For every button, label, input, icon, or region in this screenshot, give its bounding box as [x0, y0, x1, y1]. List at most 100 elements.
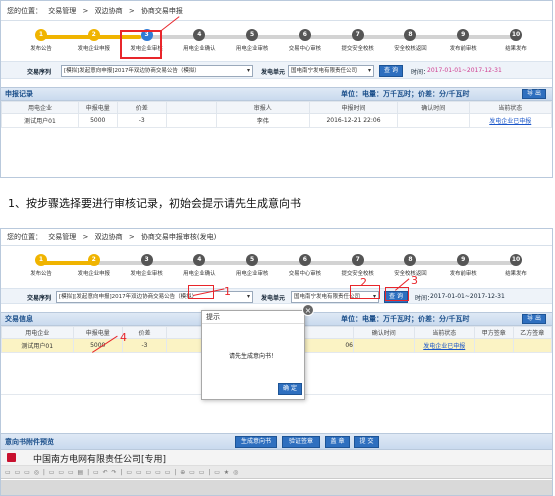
step-label: 用电企业审核: [235, 46, 269, 52]
col-header: 当前状态: [468, 101, 552, 114]
step-number-badge: 10: [510, 29, 522, 41]
cell-confirm: [353, 338, 415, 353]
cell-blank: [166, 113, 217, 128]
cell-confirm: [397, 113, 470, 128]
step-number-badge: 7: [351, 29, 364, 41]
step-9[interactable]: 9 发布前审核: [440, 29, 486, 52]
step-label: 用电企业审核: [235, 271, 269, 277]
chevron-down-icon: ▾: [246, 67, 250, 74]
filter-bar: 交易序列 [模拟][发起意向申报]2017年双边协商交易公告（模拟） ▾ 发电单元…: [1, 288, 552, 304]
col-header: 用电企业: [1, 101, 79, 114]
crumb-sep: >: [128, 7, 135, 15]
col-header: [166, 101, 217, 114]
col-header: 价差: [122, 326, 167, 339]
annotation-number: 1: [224, 285, 231, 298]
document-title: 中国南方电网有限责任公司[专用]: [33, 455, 167, 465]
step-7[interactable]: 7 提交安全校核: [335, 254, 381, 277]
highlight-box: [120, 30, 162, 59]
generate-intent-button[interactable]: 生成意向书: [235, 436, 277, 448]
stamp-button[interactable]: 盖 章: [325, 436, 350, 448]
crumb[interactable]: 交易管理: [48, 7, 76, 15]
document-toolbar[interactable]: ▭ ▭ ▭ ◎ | ▭ ▭ ▭ ▤ | ▭ ↶ ↷ | ▭ ▭ ▭ ▭ ▭ | …: [1, 466, 552, 479]
step-number-badge: 9: [457, 29, 470, 41]
step-3[interactable]: 3 发电企业审核: [124, 254, 170, 277]
verify-signature-button[interactable]: 验证签章: [282, 436, 320, 448]
step-6[interactable]: 6 交易中心审核: [282, 29, 328, 52]
close-icon[interactable]: ×: [302, 304, 314, 316]
crumb[interactable]: 双边协商: [95, 7, 123, 15]
unit-select[interactable]: 国电南宁发电有限责任公司 ▾: [288, 65, 374, 77]
breadcrumb: 您的位置： 交易管理 > 双边协商 > 协商交易申报审核(发电): [1, 229, 552, 246]
preview-title: 意向书附件预览: [5, 438, 54, 446]
step-8[interactable]: 8 安全校核返回: [387, 29, 433, 52]
top-screenshot: 您的位置： 交易管理 > 双边协商 > 协商交易申报 1 发布公告 2 发电企业申报 3…: [0, 0, 553, 178]
step-number-badge: 4: [193, 254, 206, 266]
step-number-badge: 7: [351, 254, 364, 266]
step-number-badge: 2: [87, 29, 100, 41]
document-viewer[interactable]: [1, 480, 552, 495]
col-header: 甲方签章: [474, 326, 514, 339]
location-label: 您的位置：: [7, 7, 42, 15]
step-label: 结果发布: [505, 271, 527, 277]
cell-user: 李伟: [215, 113, 310, 128]
step-number-badge: 8: [404, 254, 417, 266]
step-10[interactable]: 10 结果发布: [493, 254, 539, 277]
step-10[interactable]: 10 结果发布: [493, 29, 539, 52]
section-title: 交易信息: [5, 315, 33, 323]
step-2[interactable]: 2 发电企业申报: [71, 29, 117, 52]
query-button[interactable]: 查 询: [379, 65, 403, 77]
col-header: 乙方签章: [512, 326, 552, 339]
step-7[interactable]: 7 提交安全校核: [335, 29, 381, 52]
cell-energy: 5000: [72, 338, 123, 353]
crumb[interactable]: 交易管理: [48, 233, 76, 241]
step-label: 发布公告: [30, 271, 52, 277]
step-label: 发电企业申报: [77, 46, 110, 52]
step-9[interactable]: 9 发布前审核: [440, 254, 486, 277]
unit-label: 发电单元: [261, 69, 286, 76]
col-header: 用电企业: [1, 326, 74, 339]
dialog-title: 提示: [202, 311, 304, 324]
status-link[interactable]: 发电企业已申报: [423, 343, 465, 350]
col-header: 确认时间: [353, 326, 415, 339]
step-number-badge: 6: [298, 29, 311, 41]
status-link[interactable]: 发电企业已申报: [489, 118, 531, 125]
document-titlebar: 中国南方电网有限责任公司[专用]: [1, 450, 552, 466]
unit-text: 单位：电量：万千瓦时；价差：分/千瓦时: [341, 90, 470, 98]
step-label: 交易中心审核: [288, 46, 322, 52]
step-6[interactable]: 6 交易中心审核: [282, 254, 328, 277]
cell-diff: -3: [122, 338, 167, 353]
cell-diff: -3: [116, 113, 167, 128]
filter-bar: 交易序列 [模拟]发起意向申报]2017年双边协商交易公告（模拟） ▾ 发电单元 …: [1, 61, 552, 79]
step-progress: 1 发布公告 2 发电企业申报 3 发电企业审核 4 用电企业确认 5 用电企业审核 6 交易中心审核…: [1, 246, 552, 288]
sequence-select[interactable]: [模拟]发起意向申报]2017年双边协商交易公告（模拟） ▾: [61, 65, 253, 77]
export-button[interactable]: 导 出: [522, 314, 546, 324]
step-4[interactable]: 4 用电企业确认: [176, 29, 222, 52]
cell-time: 2016-12-21 22:06: [309, 113, 398, 128]
step-4[interactable]: 4 用电企业确认: [176, 254, 222, 277]
submit-button[interactable]: 提 交: [354, 436, 379, 448]
step-label: 发电企业审核: [130, 271, 163, 277]
sequence-value: [模拟]发起意向申报]2017年双边协商交易公告（模拟）: [64, 68, 200, 74]
dialog-ok-button[interactable]: 确 定: [278, 383, 302, 395]
time-value: 2017-01-01~2017-12-31: [430, 293, 505, 300]
crumb-current: 协商交易申报: [140, 7, 183, 15]
chevron-down-icon: ▾: [246, 293, 250, 300]
step-1[interactable]: 1 发布公告: [18, 29, 64, 52]
export-button[interactable]: 导 出: [522, 89, 546, 99]
step-number-badge: 9: [457, 254, 470, 266]
step-2[interactable]: 2 发电企业申报: [71, 254, 117, 277]
step-1[interactable]: 1 发布公告: [18, 254, 64, 277]
step-5[interactable]: 5 用电企业审核: [229, 29, 275, 52]
step-progress: 1 发布公告 2 发电企业申报 3 发电企业审核 4 用电企业确认 5 用电企业审核 6 交易中心审核…: [1, 21, 552, 61]
step-label: 用电企业确认: [183, 271, 216, 277]
step-5[interactable]: 5 用电企业审核: [229, 254, 275, 277]
table-row[interactable]: 测试用户01 5000 -3 李伟 2016-12-21 22:06 发电企业已…: [1, 113, 552, 128]
cell-sig-a: [474, 338, 514, 353]
step-number-badge: 3: [140, 254, 153, 266]
unit-label: 发电单元: [261, 295, 286, 302]
crumb[interactable]: 双边协商: [95, 233, 123, 241]
time-value: 2017-01-01~2017-12-31: [427, 67, 502, 74]
crumb-sep: >: [128, 233, 135, 241]
location-label: 您的位置：: [7, 233, 42, 241]
cell-company: 测试用户01: [1, 338, 74, 353]
